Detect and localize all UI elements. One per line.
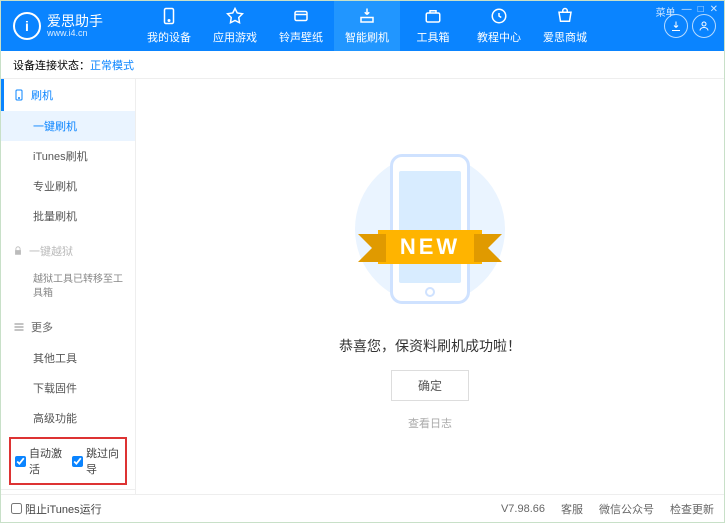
nav-icon [160,7,178,25]
nav-icon [556,7,574,25]
nav-tabs: 我的设备 应用游戏 铃声壁纸 智能刷机 工具箱 教程中心 爱思商城 [136,1,664,51]
view-log-link[interactable]: 查看日志 [408,415,452,431]
maximize-icon[interactable]: □ [698,4,704,19]
checkbox-highlight: 自动激活 跳过向导 [9,437,127,485]
phone-icon [13,89,25,101]
title-bar: i 爱思助手 www.i4.cn 我的设备 应用游戏 铃声壁纸 智能刷机 工具箱 教程中心… [1,1,724,51]
lock-icon [13,246,23,256]
sidebar-item-firmware[interactable]: 下载固件 [1,373,135,403]
sidebar-section-more[interactable]: 更多 [1,311,135,343]
nav-label: 爱思商城 [543,29,587,45]
service-link[interactable]: 客服 [561,501,583,517]
nav-label: 工具箱 [417,29,450,45]
nav-icon [490,7,508,25]
jailbreak-note: 越狱工具已转移至工具箱 [1,267,135,307]
sidebar-item-advanced[interactable]: 高级功能 [1,403,135,433]
content-area: NEW 恭喜您，保资料刷机成功啦！ 确定 查看日志 [136,79,724,495]
sidebar-item-itunes[interactable]: iTunes刷机 [1,141,135,171]
nav-icon [226,7,244,25]
nav-tab-5[interactable]: 教程中心 [466,1,532,51]
nav-icon [358,7,376,25]
new-ribbon: NEW [378,230,482,264]
check-update-link[interactable]: 检查更新 [670,501,714,517]
status-label: 设备连接状态： [13,57,90,73]
nav-label: 我的设备 [147,29,191,45]
success-illustration: NEW [355,144,505,314]
minimize-icon[interactable]: — [682,4,692,19]
nav-label: 应用游戏 [213,29,257,45]
menu-lines-icon [13,321,25,333]
nav-tab-1[interactable]: 应用游戏 [202,1,268,51]
window-controls: 菜单 — □ ✕ [656,4,718,19]
sidebar-item-batch[interactable]: 批量刷机 [1,201,135,231]
brand-url: www.i4.cn [47,28,103,38]
brand-name: 爱思助手 [47,14,103,28]
nav-tab-3[interactable]: 智能刷机 [334,1,400,51]
sidebar-item-other[interactable]: 其他工具 [1,343,135,373]
version-label: V7.98.66 [501,503,545,515]
nav-icon [424,7,442,25]
nav-tab-6[interactable]: 爱思商城 [532,1,598,51]
sidebar-item-oneclick[interactable]: 一键刷机 [1,111,135,141]
nav-label: 教程中心 [477,29,521,45]
checkbox-block-itunes[interactable]: 阻止iTunes运行 [11,501,102,517]
checkbox-skip-setup[interactable]: 跳过向导 [72,445,121,477]
status-bar: 设备连接状态： 正常模式 [1,51,724,79]
nav-tab-4[interactable]: 工具箱 [400,1,466,51]
footer-bar: 阻止iTunes运行 V7.98.66 客服 微信公众号 检查更新 [1,494,724,522]
success-message: 恭喜您，保资料刷机成功啦！ [339,336,521,356]
brand-logo: i 爱思助手 www.i4.cn [1,12,136,40]
menu-icon[interactable]: 菜单 [656,4,676,19]
wechat-link[interactable]: 微信公众号 [599,501,654,517]
sidebar-item-pro[interactable]: 专业刷机 [1,171,135,201]
nav-tab-2[interactable]: 铃声壁纸 [268,1,334,51]
status-value: 正常模式 [90,57,134,73]
nav-label: 智能刷机 [345,29,389,45]
ok-button[interactable]: 确定 [391,370,469,401]
logo-icon: i [13,12,41,40]
nav-icon [292,7,310,25]
checkbox-auto-activate[interactable]: 自动激活 [15,445,64,477]
sidebar-section-jailbreak[interactable]: 一键越狱 [1,235,135,267]
nav-label: 铃声壁纸 [279,29,323,45]
close-icon[interactable]: ✕ [710,4,718,19]
nav-tab-0[interactable]: 我的设备 [136,1,202,51]
sidebar: 刷机 一键刷机 iTunes刷机 专业刷机 批量刷机 一键越狱 越狱工具已转移至… [1,79,136,495]
sidebar-section-flash[interactable]: 刷机 [1,79,135,111]
